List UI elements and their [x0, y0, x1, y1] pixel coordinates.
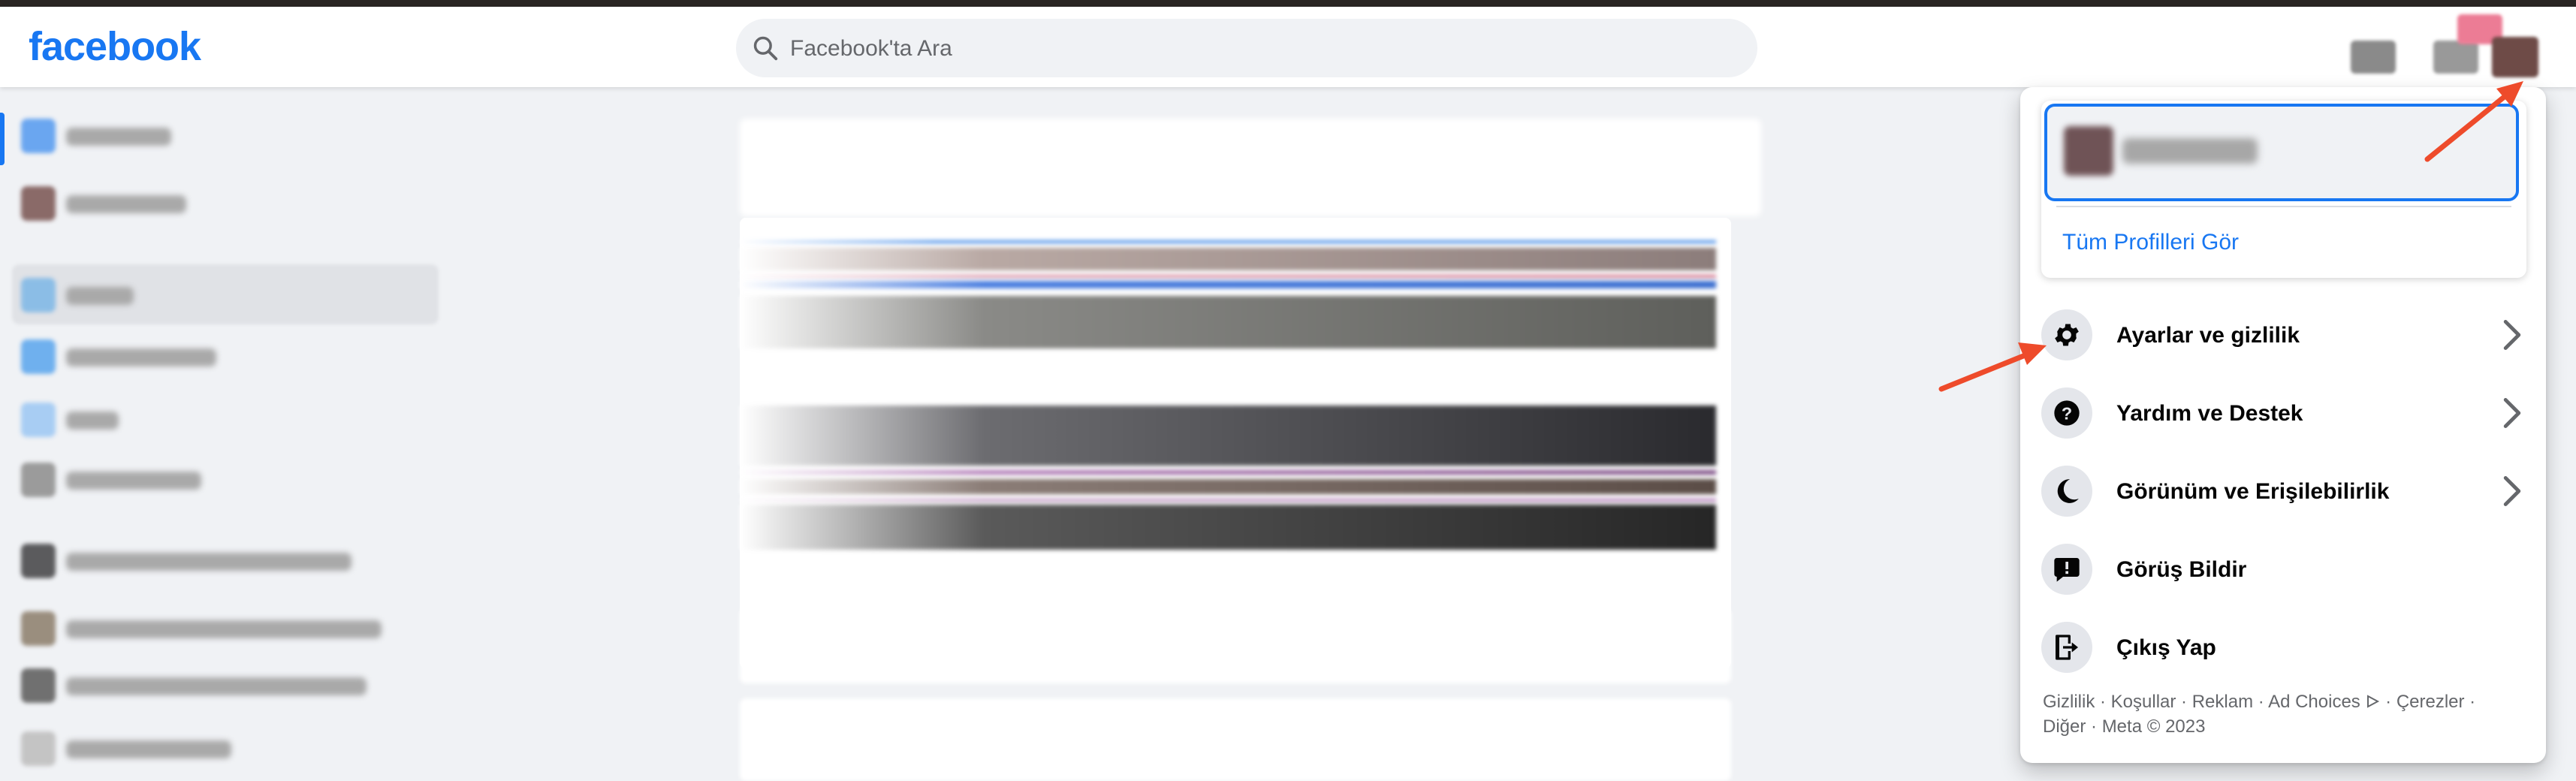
- feedback-icon: [2041, 544, 2092, 595]
- chevron-right-icon: [2503, 319, 2521, 351]
- chevron-right-icon: [2503, 475, 2521, 507]
- notifications-button[interactable]: [2433, 41, 2478, 74]
- sidebar-item-icon: [21, 119, 56, 153]
- sidebar-item[interactable]: [21, 608, 427, 649]
- feed-post[interactable]: [740, 698, 1731, 781]
- separator: ·: [2086, 716, 2102, 737]
- sidebar-item[interactable]: [21, 460, 427, 500]
- footer-link-privacy[interactable]: Gizlilik: [2043, 692, 2095, 712]
- menu-item-label: Görünüm ve Erişilebilirlik: [2116, 479, 2390, 504]
- separator: ·: [2464, 692, 2476, 712]
- sidebar-item-label: [66, 620, 382, 638]
- post-blurred-line: [740, 479, 1716, 494]
- post-blurred-line: [740, 406, 1716, 466]
- footer-copyright: Meta © 2023: [2101, 716, 2206, 737]
- post-blurred-line: [740, 499, 1716, 502]
- menu-item-label: Ayarlar ve gizlilik: [2116, 323, 2300, 348]
- divider: [2056, 206, 2511, 207]
- sidebar-item[interactable]: [21, 275, 427, 315]
- sidebar-item-icon: [21, 278, 56, 312]
- menu-item-give-feedback[interactable]: Görüş Bildir: [2034, 532, 2532, 607]
- feed-post[interactable]: [740, 218, 1731, 668]
- sidebar-item-label: [66, 740, 231, 758]
- news-feed: [740, 113, 1761, 781]
- sidebar-item[interactable]: [21, 665, 427, 706]
- sidebar-item[interactable]: [21, 400, 427, 440]
- svg-text:?: ?: [2062, 403, 2072, 423]
- sidebar-item-icon: [21, 186, 56, 221]
- profile-name: [2122, 138, 2258, 164]
- sidebar-item-icon: [21, 339, 56, 374]
- menu-item-label: Görüş Bildir: [2116, 557, 2247, 582]
- logout-icon: [2041, 622, 2092, 673]
- sidebar-item[interactable]: [21, 116, 427, 156]
- post-blurred-line: [740, 470, 1716, 475]
- sidebar-item-label: [66, 677, 366, 695]
- footer-link-ads[interactable]: Reklam: [2192, 692, 2253, 712]
- sidebar-item-icon: [21, 611, 56, 646]
- account-menu: Tüm Profilleri Gör Ayarlar ve gizlilik ?…: [2020, 87, 2546, 763]
- separator: ·: [2095, 692, 2111, 712]
- sidebar-item-label: [66, 195, 186, 213]
- account-avatar-button[interactable]: [2492, 37, 2538, 77]
- sidebar-item-label: [66, 128, 171, 146]
- sidebar-item-label: [66, 348, 216, 366]
- search-input[interactable]: [789, 19, 1738, 79]
- annotation-arrow-to-avatar: [2424, 81, 2523, 162]
- post-blurred-line: [740, 248, 1716, 270]
- menu-item-display-accessibility[interactable]: Görünüm ve Erişilebilirlik: [2034, 454, 2532, 529]
- search-box[interactable]: [736, 19, 1757, 79]
- menu-item-log-out[interactable]: Çıkış Yap: [2034, 610, 2532, 685]
- separator: ·: [2380, 692, 2397, 712]
- separator: ·: [2176, 692, 2192, 712]
- facebook-logo[interactable]: facebook: [29, 23, 201, 70]
- sidebar-item-label: [66, 412, 119, 430]
- moon-icon: [2041, 466, 2092, 517]
- menu-footer-links: Gizlilik · Koşullar · Reklam · Ad Choice…: [2043, 689, 2531, 739]
- sidebar-item-icon: [21, 463, 56, 497]
- sidebar-item-label: [66, 553, 351, 571]
- avatar: [2064, 126, 2113, 176]
- see-all-profiles-link[interactable]: Tüm Profilleri Gör: [2062, 230, 2239, 255]
- sidebar-item[interactable]: [21, 541, 427, 581]
- menu-item-settings-privacy[interactable]: Ayarlar ve gizlilik: [2034, 297, 2532, 372]
- footer-link-terms[interactable]: Koşullar: [2111, 692, 2176, 712]
- sidebar-item-label: [66, 287, 134, 305]
- sidebar-item-icon: [21, 544, 56, 578]
- search-icon: [753, 36, 778, 61]
- sidebar-item[interactable]: [21, 183, 427, 224]
- post-blurred-line: [740, 275, 1716, 278]
- chevron-right-icon: [2503, 397, 2521, 429]
- footer-link-more[interactable]: Diğer: [2043, 716, 2086, 737]
- menu-item-label: Yardım ve Destek: [2116, 401, 2303, 426]
- sidebar-item-icon: [21, 403, 56, 437]
- sidebar-item-label: [66, 472, 201, 490]
- post-blurred-line: [740, 296, 1716, 348]
- sidebar-active-indicator: [0, 113, 5, 165]
- sidebar-item-icon: [21, 668, 56, 703]
- post-blurred-line: [740, 281, 1716, 288]
- footer-link-ad-choices[interactable]: Ad Choices: [2268, 692, 2360, 712]
- sidebar-item[interactable]: [21, 336, 427, 377]
- separator: ·: [2253, 692, 2269, 712]
- menu-grid-button[interactable]: [2351, 41, 2396, 74]
- top-navigation-bar: facebook: [0, 7, 2576, 87]
- sidebar-item-icon: [21, 731, 56, 766]
- stories-bar[interactable]: [740, 119, 1761, 216]
- menu-item-label: Çıkış Yap: [2116, 635, 2216, 660]
- post-blurred-line: [740, 505, 1716, 550]
- footer-link-cookies[interactable]: Çerezler: [2397, 692, 2465, 712]
- annotation-arrow-to-settings: [1938, 342, 2047, 392]
- top-strip: [0, 0, 2576, 7]
- sidebar-item[interactable]: [21, 728, 427, 769]
- ad-choices-icon: [2367, 695, 2380, 708]
- feed-post[interactable]: [740, 608, 1731, 683]
- menu-item-help-support[interactable]: ? Yardım ve Destek: [2034, 375, 2532, 451]
- post-blurred-line: [740, 240, 1716, 243]
